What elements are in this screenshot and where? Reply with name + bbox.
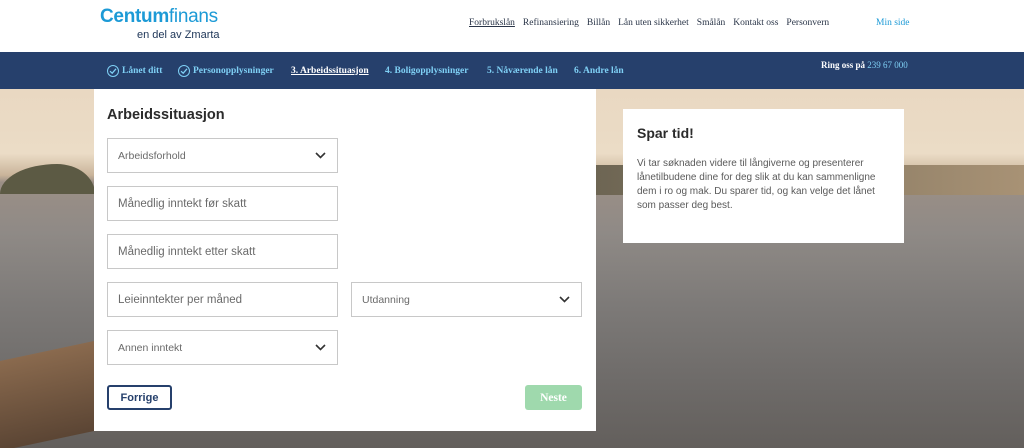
step-label: 3. Arbeidssituasjon bbox=[291, 65, 369, 76]
save-time-info-card: Spar tid! Vi tar søknaden videre til lån… bbox=[623, 109, 904, 243]
info-title: Spar tid! bbox=[637, 125, 694, 141]
income-after-tax-input[interactable]: Månedlig inntekt etter skatt bbox=[107, 234, 338, 269]
employment-placeholder: Arbeidsforhold bbox=[118, 149, 186, 162]
nav-billan[interactable]: Billån bbox=[587, 18, 610, 32]
check-circle-icon bbox=[178, 64, 190, 77]
education-select[interactable]: Utdanning bbox=[351, 282, 582, 317]
nav-forbrukslan[interactable]: Forbrukslån bbox=[469, 18, 515, 32]
phone-contact: Ring oss på 239 67 000 bbox=[821, 60, 908, 70]
centumfinans-logo[interactable]: Centumfinans en del av Zmarta bbox=[100, 6, 222, 44]
chevron-down-icon bbox=[315, 344, 326, 351]
info-text: Vi tar søknaden videre til långiverne og… bbox=[637, 158, 876, 211]
income-before-tax-input[interactable]: Månedlig inntekt før skatt bbox=[107, 186, 338, 221]
step-navaerende-lan[interactable]: 5. Nåværende lån bbox=[487, 52, 558, 89]
chevron-down-icon bbox=[559, 296, 570, 303]
chevron-down-icon bbox=[315, 152, 326, 159]
form-title: Arbeidssituasjon bbox=[107, 107, 225, 123]
step-label: 5. Nåværende lån bbox=[487, 65, 558, 76]
phone-number-link[interactable]: 239 67 000 bbox=[867, 60, 908, 70]
my-page-link[interactable]: Min side bbox=[876, 18, 910, 28]
rental-income-placeholder: Leieinntekter per måned bbox=[118, 293, 243, 306]
check-circle-icon bbox=[107, 64, 119, 77]
other-income-placeholder: Annen inntekt bbox=[118, 341, 183, 354]
other-income-select[interactable]: Annen inntekt bbox=[107, 330, 338, 365]
top-navigation: Forbrukslån Refinansiering Billån Lån ut… bbox=[469, 18, 829, 32]
employment-form-card: Arbeidssituasjon Arbeidsforhold Månedlig… bbox=[94, 89, 596, 431]
income-after-tax-placeholder: Månedlig inntekt etter skatt bbox=[118, 245, 256, 258]
nav-refinansiering[interactable]: Refinansiering bbox=[523, 18, 579, 32]
phone-label: Ring oss på bbox=[821, 60, 866, 70]
previous-button[interactable]: Forrige bbox=[107, 385, 172, 410]
hill-left-shape bbox=[0, 164, 95, 194]
step-lanet-ditt[interactable]: Lånet ditt bbox=[107, 52, 162, 89]
nav-smalan[interactable]: Smålån bbox=[697, 18, 726, 32]
step-arbeidssituasjon[interactable]: 3. Arbeidssituasjon bbox=[291, 52, 369, 89]
step-boligopplysninger[interactable]: 4. Boligopplysninger bbox=[385, 52, 468, 89]
step-label: 6. Andre lån bbox=[574, 65, 624, 76]
step-andre-lan[interactable]: 6. Andre lån bbox=[574, 52, 624, 89]
income-before-tax-placeholder: Månedlig inntekt før skatt bbox=[118, 197, 247, 210]
step-label: 4. Boligopplysninger bbox=[385, 65, 469, 76]
step-personopplysninger[interactable]: Personopplysninger bbox=[178, 52, 274, 89]
step-label: Personopplysninger bbox=[193, 65, 274, 76]
education-placeholder: Utdanning bbox=[362, 293, 410, 306]
employment-select[interactable]: Arbeidsforhold bbox=[107, 138, 338, 173]
step-label: Lånet ditt bbox=[122, 65, 163, 76]
nav-lan-uten-sikkerhet[interactable]: Lån uten sikkerhet bbox=[618, 18, 689, 32]
nav-personvern[interactable]: Personvern bbox=[786, 18, 829, 32]
nav-kontakt-oss[interactable]: Kontakt oss bbox=[733, 18, 778, 32]
progress-steps-bar: Lånet ditt Personopplysninger 3. Arbeids… bbox=[0, 52, 1024, 89]
next-button[interactable]: Neste bbox=[525, 385, 582, 410]
site-header: Centumfinans en del av Zmarta Forbrukslå… bbox=[0, 0, 1024, 52]
logo-tagline: en del av Zmarta bbox=[137, 29, 220, 41]
rental-income-input[interactable]: Leieinntekter per måned bbox=[107, 282, 338, 317]
logo-wordmark: Centumfinans bbox=[100, 6, 218, 27]
